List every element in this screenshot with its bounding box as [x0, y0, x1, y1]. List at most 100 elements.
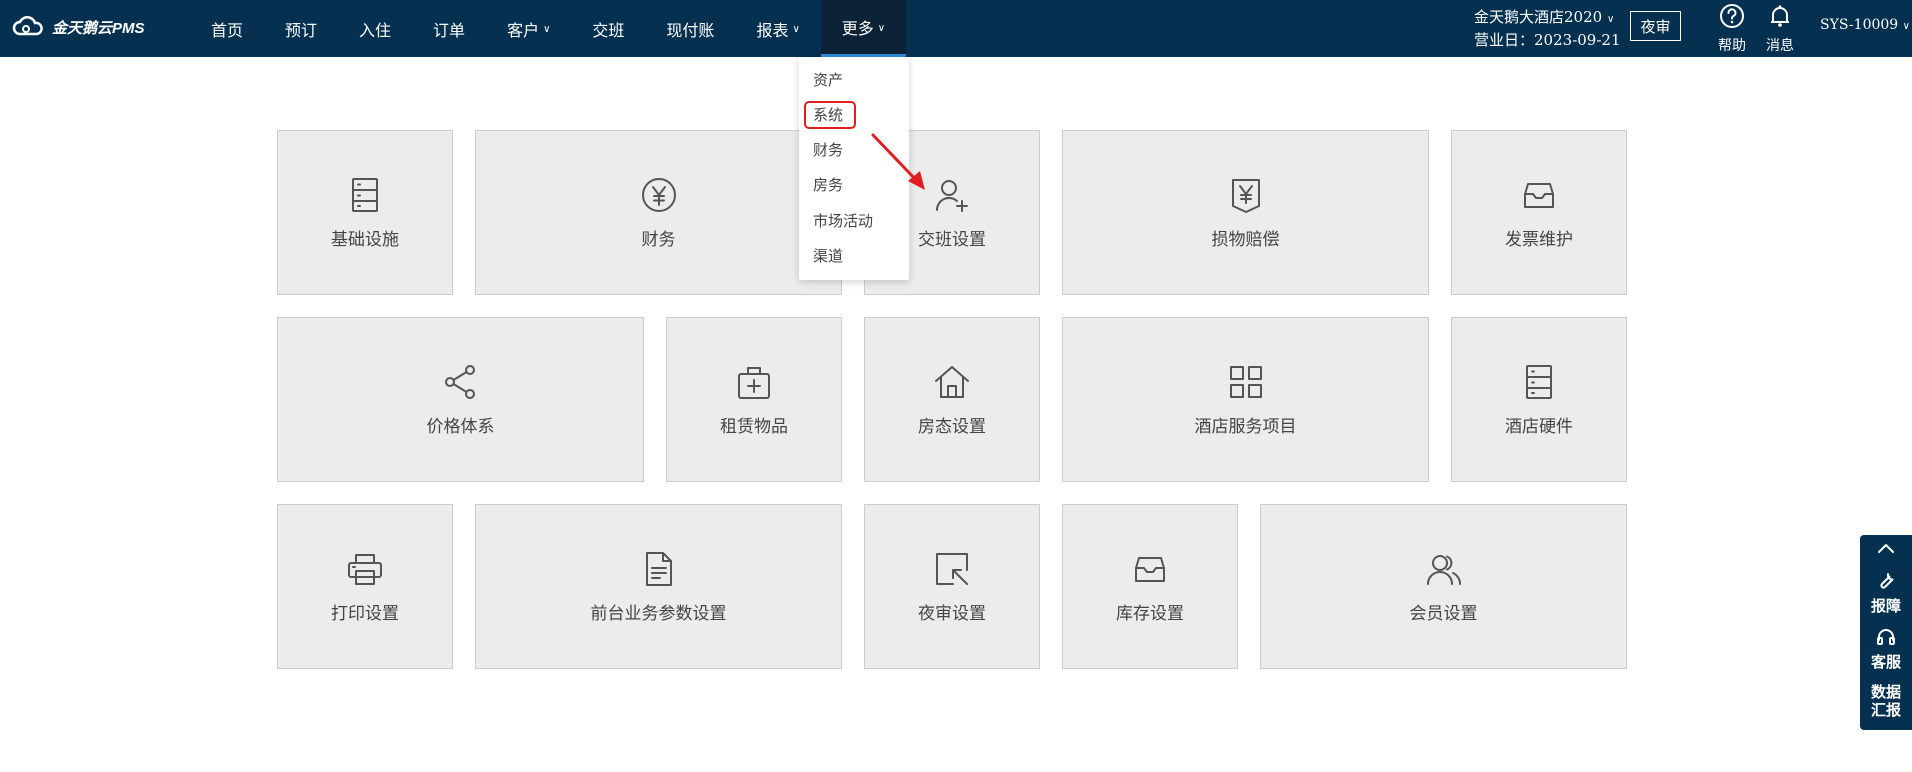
annotation-arrow-icon — [871, 133, 925, 190]
menu-item-finance[interactable]: 财务 — [813, 138, 843, 162]
business-date: 2023-09-21 — [1534, 31, 1621, 49]
tile-label: 交班设置 — [918, 229, 986, 250]
customer-service-label: 客服 — [1870, 653, 1901, 671]
tile-label: 夜审设置 — [918, 603, 986, 624]
tile-finance[interactable]: 财务 — [475, 130, 842, 295]
menu-item-assets[interactable]: 资产 — [813, 68, 843, 92]
logo-text: 金天鹅云PMS — [52, 19, 145, 37]
nav-label: 入住 — [359, 20, 392, 40]
username: SYS-10009 — [1820, 17, 1899, 33]
nav-label: 更多 — [841, 19, 874, 38]
cursor-box-icon — [936, 552, 968, 585]
data-report-button[interactable]: 数据 汇报 — [1860, 683, 1912, 719]
tile-hotel-hardware[interactable]: 酒店硬件 — [1451, 317, 1627, 482]
menu-item-system[interactable]: 系统 — [813, 103, 843, 127]
nav-label: 报表 — [756, 20, 789, 40]
grid-icon — [1229, 365, 1262, 398]
tile-label: 酒店硬件 — [1505, 416, 1573, 437]
menu-item-marketing[interactable]: 市场活动 — [813, 209, 873, 233]
tile-member-settings[interactable]: 会员设置 — [1260, 504, 1627, 669]
messages-label: 消息 — [1766, 38, 1794, 54]
hotel-name: 金天鹅大酒店2020 — [1474, 8, 1603, 26]
nav-more[interactable]: 更多 ∨ — [820, 0, 907, 57]
yen-circle-icon — [641, 177, 676, 212]
messages-button[interactable]: 消息 — [1762, 3, 1798, 55]
question-circle-icon — [1720, 4, 1744, 28]
tile-label: 前台业务参数设置 — [590, 603, 727, 624]
report-issue-button[interactable]: 报障 — [1860, 571, 1912, 616]
nav-cash-accounts[interactable]: 现付账 — [645, 0, 735, 57]
help-label: 帮助 — [1718, 38, 1746, 54]
chevron-up-icon — [1878, 544, 1894, 553]
document-icon — [645, 551, 672, 586]
business-date-label: 营业日： — [1474, 31, 1535, 49]
nav-reports[interactable]: 报表 ∨ — [735, 0, 820, 57]
nav-label: 现付账 — [666, 20, 715, 40]
cloud-logo-icon — [12, 16, 43, 36]
tile-room-status-settings[interactable]: 房态设置 — [864, 317, 1040, 482]
server-icon — [1526, 364, 1552, 399]
user-menu[interactable]: SYS-10009 ∨ — [1820, 17, 1910, 33]
chevron-down-icon: ∨ — [1902, 21, 1910, 32]
tile-label: 会员设置 — [1409, 603, 1478, 624]
wrench-icon — [1880, 573, 1894, 589]
tile-label: 财务 — [641, 229, 676, 250]
nav-label: 交班 — [592, 20, 625, 40]
nav-label: 预订 — [285, 20, 318, 40]
tile-label: 发票维护 — [1505, 229, 1573, 250]
nav-checkin[interactable]: 入住 — [338, 0, 412, 57]
server-icon — [352, 177, 378, 212]
tile-rental-items[interactable]: 租赁物品 — [666, 317, 842, 482]
tile-print-settings[interactable]: 打印设置 — [277, 504, 453, 669]
tile-infrastructure[interactable]: 基础设施 — [277, 130, 453, 295]
tile-frontdesk-parameters[interactable]: 前台业务参数设置 — [475, 504, 842, 669]
nav-label: 订单 — [433, 20, 466, 40]
nav-booking[interactable]: 预订 — [264, 0, 338, 57]
tile-night-audit-settings[interactable]: 夜审设置 — [864, 504, 1040, 669]
tile-label: 价格体系 — [426, 416, 495, 437]
collapse-button[interactable] — [1860, 541, 1912, 559]
menu-item-channels[interactable]: 渠道 — [813, 244, 843, 268]
users-icon — [1426, 554, 1461, 585]
nav-home[interactable]: 首页 — [190, 0, 264, 57]
nav-label: 首页 — [211, 20, 244, 40]
chevron-down-icon: ∨ — [792, 24, 800, 35]
home-icon — [935, 365, 969, 398]
tile-pricing-system[interactable]: 价格体系 — [277, 317, 644, 482]
night-audit-button[interactable]: 夜审 — [1630, 11, 1681, 41]
tile-label: 酒店服务项目 — [1194, 416, 1297, 437]
printer-icon — [348, 553, 382, 585]
tile-hotel-service-items[interactable]: 酒店服务项目 — [1062, 317, 1429, 482]
tile-damage-compensation[interactable]: 损物赔偿 — [1062, 130, 1429, 295]
tile-label: 损物赔偿 — [1211, 229, 1280, 250]
inbox-icon — [1524, 182, 1554, 208]
share-icon — [444, 364, 475, 399]
nav-label: 客户 — [507, 20, 540, 40]
user-plus-icon — [935, 179, 968, 212]
tile-invoice-maintenance[interactable]: 发票维护 — [1451, 130, 1627, 295]
top-navigation-bar: 金天鹅云PMS 首页 预订 入住 订单 客户 ∨ 交班 现付账 报表 ∨ 更多 ∨ 金… — [0, 0, 1912, 57]
floating-support-panel: 报障 客服 数据 汇报 — [1860, 535, 1912, 730]
app-logo[interactable]: 金天鹅云PMS — [12, 16, 145, 38]
tile-label: 打印设置 — [331, 603, 399, 624]
inbox-icon — [1135, 556, 1165, 582]
help-button[interactable]: 帮助 — [1714, 3, 1750, 55]
bell-icon — [1771, 5, 1789, 27]
medkit-icon — [738, 366, 770, 399]
tile-inventory-settings[interactable]: 库存设置 — [1062, 504, 1238, 669]
nav-orders[interactable]: 订单 — [412, 0, 486, 57]
menu-item-housekeeping[interactable]: 房务 — [813, 173, 843, 197]
tile-label: 租赁物品 — [720, 416, 788, 437]
tile-label: 房态设置 — [918, 416, 986, 437]
report-issue-label: 报障 — [1870, 597, 1901, 615]
customer-service-button[interactable]: 客服 — [1860, 627, 1912, 672]
headset-icon — [1877, 629, 1895, 645]
tile-label: 库存设置 — [1116, 603, 1184, 624]
nav-customers[interactable]: 客户 ∨ — [486, 0, 571, 57]
main-nav: 首页 预订 入住 订单 客户 ∨ 交班 现付账 报表 ∨ 更多 ∨ — [190, 0, 907, 57]
chevron-down-icon: ∨ — [1606, 14, 1615, 25]
nav-shift[interactable]: 交班 — [571, 0, 645, 57]
yen-tag-icon — [1231, 178, 1260, 213]
chevron-down-icon: ∨ — [877, 22, 886, 34]
hotel-info[interactable]: 金天鹅大酒店2020 ∨ 营业日：2023-09-21 — [1474, 7, 1621, 51]
